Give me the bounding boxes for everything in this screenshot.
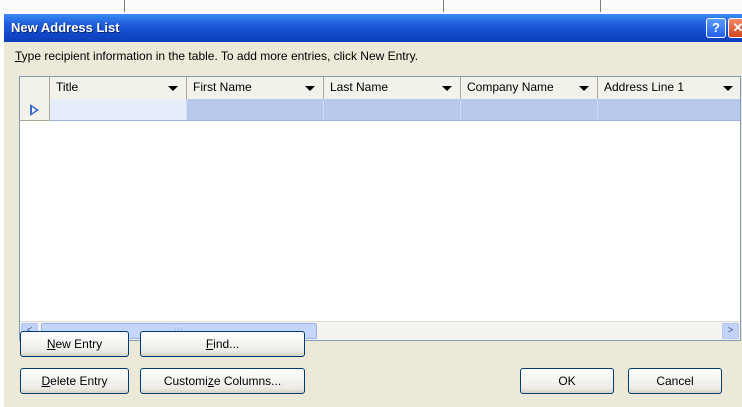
chevron-right-icon: > [727, 325, 734, 336]
cell-first-name[interactable] [187, 99, 324, 121]
corner-header [20, 77, 50, 99]
cancel-button[interactable]: Cancel [628, 368, 722, 394]
new-entry-label: ew Entry [55, 337, 103, 351]
find-label: ind... [213, 337, 240, 351]
column-header-label: Company Name [467, 80, 554, 94]
pointer-highlight [32, 107, 36, 113]
recipient-table[interactable]: Title First Name Last Name Company Name … [19, 76, 741, 341]
column-header-label: Address Line 1 [604, 80, 685, 94]
delete-entry-button[interactable]: Delete Entry [20, 368, 129, 394]
dropdown-arrow-icon[interactable] [305, 86, 315, 91]
background-divider [600, 0, 601, 12]
cell-address-line-1[interactable] [598, 99, 740, 121]
help-icon: ? [712, 20, 720, 35]
close-button[interactable]: ✕ [728, 18, 742, 38]
customize-columns-label-post: e Columns... [213, 374, 282, 388]
dropdown-arrow-icon[interactable] [723, 86, 733, 91]
column-header-first-name[interactable]: First Name [187, 77, 324, 99]
title-bar[interactable]: New Address List ? ✕ [4, 14, 742, 42]
background-divider [124, 0, 125, 12]
new-address-list-dialog: New Address List ? ✕ Type recipient info… [4, 14, 742, 407]
delete-entry-label: elete Entry [50, 374, 108, 388]
background-divider [443, 0, 444, 12]
cell-title[interactable] [50, 99, 187, 121]
close-icon: ✕ [732, 20, 742, 35]
row-selector[interactable] [20, 99, 50, 121]
instruction-accesskey: T [15, 49, 22, 63]
cell-last-name[interactable] [324, 99, 461, 121]
customize-columns-button[interactable]: Customize Columns... [140, 368, 305, 394]
find-button[interactable]: Find... [140, 331, 305, 357]
column-header-row: Title First Name Last Name Company Name … [20, 77, 740, 100]
dropdown-arrow-icon[interactable] [579, 86, 589, 91]
ok-button[interactable]: OK [520, 368, 614, 394]
customize-columns-label-pre: Customi [163, 374, 208, 388]
background-window-strip [0, 0, 742, 14]
scroll-right-button[interactable]: > [722, 323, 739, 339]
dropdown-arrow-icon[interactable] [442, 86, 452, 91]
table-row[interactable] [20, 99, 740, 121]
dropdown-arrow-icon[interactable] [168, 86, 178, 91]
dialog-title: New Address List [11, 20, 120, 35]
new-entry-button[interactable]: New Entry [20, 331, 129, 357]
delete-entry-accesskey: D [41, 374, 51, 388]
column-header-title[interactable]: Title [50, 77, 187, 99]
column-header-address-line-1[interactable]: Address Line 1 [598, 77, 740, 99]
instruction-text: Type recipient information in the table.… [15, 49, 418, 63]
column-header-last-name[interactable]: Last Name [324, 77, 461, 99]
cell-company-name[interactable] [461, 99, 598, 121]
column-header-label: Title [56, 80, 79, 94]
column-header-label: First Name [193, 80, 252, 94]
column-header-company-name[interactable]: Company Name [461, 77, 598, 99]
instruction-rest: ype recipient information in the table. … [21, 49, 419, 63]
column-header-label: Last Name [330, 80, 389, 94]
help-button[interactable]: ? [706, 18, 726, 38]
